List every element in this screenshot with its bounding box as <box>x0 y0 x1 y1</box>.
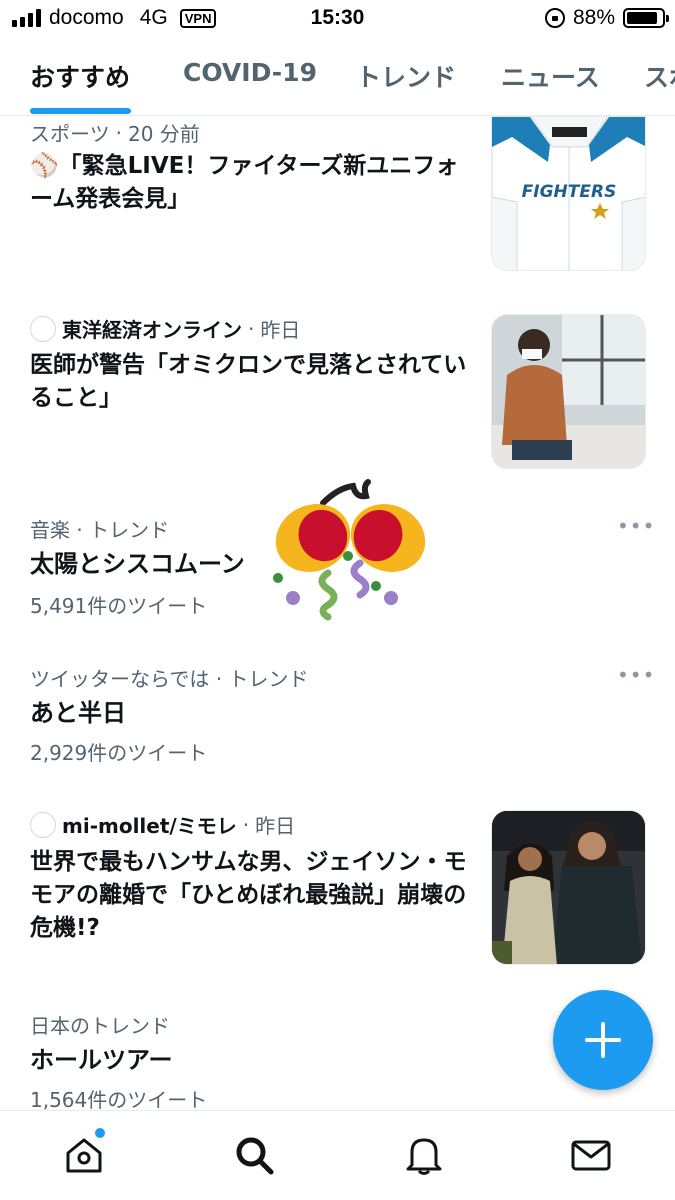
news-thumbnail <box>491 810 646 965</box>
network-label: 4G <box>139 6 168 29</box>
news-item-fighters[interactable]: スポーツ · 20 分前 ⚾「緊急LIVE！ファイターズ新ユニフォーム発表会見」… <box>0 116 675 296</box>
status-right: 88% <box>544 6 669 30</box>
more-options-button[interactable]: ••• <box>617 663 655 687</box>
trend-context: ツイッターならでは · トレンド <box>30 667 309 691</box>
trend-item-twitter[interactable]: ツイッターならでは · トレンド あと半日 2,929件のツイート ••• <box>0 661 675 771</box>
tab-recommended[interactable]: おすすめ <box>30 58 130 94</box>
trend-title: ホールツアー <box>30 1046 173 1074</box>
news-meta: mi-mollet/ミモレ · 昨日 <box>30 810 295 839</box>
news-title: 医師が警告「オミクロンで見落とされていること」 <box>30 352 467 411</box>
time-label: 20 分前 <box>127 122 200 146</box>
news-item-omicron[interactable]: 東洋経済オンライン · 昨日 医師が警告「オミクロンで見落とされていること」 <box>0 314 675 474</box>
active-tab-indicator <box>30 108 131 114</box>
trend-title: あと半日 <box>30 699 126 727</box>
battery-percent: 88% <box>572 6 615 29</box>
vpn-badge: VPN <box>179 8 217 28</box>
source-logo <box>30 315 56 342</box>
news-meta: スポーツ · 20 分前 <box>30 118 200 147</box>
news-title: ⚾「緊急LIVE！ファイターズ新ユニフォーム発表会見」 <box>30 153 459 212</box>
tweet-count: 5,491件のツイート <box>30 594 208 618</box>
bottom-nav <box>0 1110 675 1200</box>
news-title: 世界で最もハンサムな男、ジェイソン・モモアの離婚で「ひとめぼれ最強説」崩壊の危機… <box>30 849 467 941</box>
nav-home[interactable] <box>62 1133 106 1177</box>
trend-context: 日本のトレンド <box>30 1014 170 1038</box>
signal-icon <box>12 9 41 27</box>
time-label: 昨日 <box>260 318 301 342</box>
battery-icon <box>623 8 669 28</box>
status-left: docomo 4G VPN <box>12 6 217 30</box>
nav-search[interactable] <box>232 1133 276 1177</box>
status-bar: docomo 4G VPN 15:30 88% <box>0 0 675 38</box>
time-label: 昨日 <box>255 814 296 838</box>
plus-icon <box>585 1022 621 1058</box>
orientation-lock-icon <box>544 8 565 28</box>
nav-messages[interactable] <box>569 1133 613 1177</box>
category-label: スポーツ <box>30 122 110 146</box>
carrier-label: docomo <box>49 6 124 29</box>
source-name: mi-mollet/ミモレ <box>62 814 237 838</box>
jersey-logo-text: FIGHTERS <box>522 182 617 202</box>
tab-covid19[interactable]: COVID-19 <box>183 58 317 87</box>
source-name: 東洋経済オンライン <box>62 318 242 342</box>
explore-tabs: おすすめ COVID-19 トレンド ニュース スポ <box>0 38 675 116</box>
nav-notifications[interactable] <box>402 1133 446 1177</box>
new-content-indicator <box>95 1128 105 1138</box>
party-popper-icon <box>273 479 426 621</box>
compose-tweet-button[interactable] <box>553 990 653 1090</box>
bell-icon <box>406 1138 442 1175</box>
home-icon <box>66 1138 102 1173</box>
news-item-momoa[interactable]: mi-mollet/ミモレ · 昨日 世界で最もハンサムな男、ジェイソン・モモア… <box>0 810 675 970</box>
tweet-count: 1,564件のツイート <box>30 1088 208 1112</box>
search-icon <box>236 1137 274 1175</box>
tab-sports[interactable]: スポ <box>644 58 675 94</box>
mail-icon <box>571 1140 611 1171</box>
more-options-button[interactable]: ••• <box>617 514 655 538</box>
news-meta: 東洋経済オンライン · 昨日 <box>30 314 300 343</box>
tab-news[interactable]: ニュース <box>501 58 600 94</box>
trend-context: 音楽 · トレンド <box>30 518 170 542</box>
source-logo <box>30 811 56 838</box>
news-thumbnail <box>491 314 646 469</box>
tweet-count: 2,929件のツイート <box>30 741 208 765</box>
news-thumbnail: FIGHTERS <box>491 116 646 271</box>
tab-trends[interactable]: トレンド <box>356 58 456 94</box>
